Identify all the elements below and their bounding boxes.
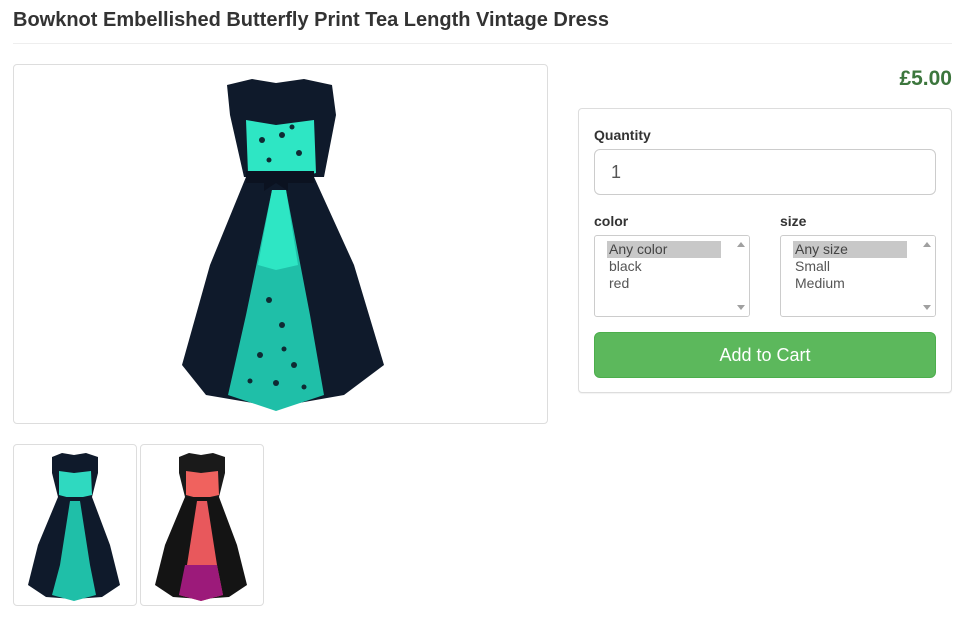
- scroll-up-icon[interactable]: [737, 242, 745, 247]
- color-option[interactable]: red: [607, 275, 721, 292]
- color-select[interactable]: Any color black red: [594, 235, 750, 317]
- quantity-input[interactable]: [594, 149, 936, 195]
- main-product-image[interactable]: [13, 64, 548, 424]
- product-price: £5.00: [899, 67, 952, 90]
- size-select[interactable]: Any size Small Medium: [780, 235, 936, 317]
- add-to-cart-button[interactable]: Add to Cart: [594, 332, 936, 378]
- size-option[interactable]: Medium: [793, 275, 907, 292]
- size-scrollbar[interactable]: [919, 236, 935, 316]
- color-option[interactable]: black: [607, 258, 721, 275]
- size-label: size: [780, 213, 807, 229]
- product-title: Bowknot Embellished Butterfly Print Tea …: [13, 9, 610, 31]
- quantity-label: Quantity: [594, 127, 651, 143]
- scroll-up-icon[interactable]: [923, 242, 931, 247]
- size-option[interactable]: Small: [793, 258, 907, 275]
- dress-thumbnail-teal-icon: [28, 453, 120, 601]
- scroll-down-icon[interactable]: [737, 305, 745, 310]
- size-option[interactable]: Any size: [793, 241, 907, 258]
- color-scrollbar[interactable]: [733, 236, 749, 316]
- thumbnail-red[interactable]: [140, 444, 264, 606]
- title-divider: [13, 43, 952, 44]
- purchase-panel: Quantity color Any color black red size …: [578, 108, 952, 393]
- color-option[interactable]: Any color: [607, 241, 721, 258]
- scroll-down-icon[interactable]: [923, 305, 931, 310]
- dress-image: [182, 79, 384, 411]
- dress-thumbnail-red-icon: [155, 453, 247, 601]
- thumbnail-teal[interactable]: [13, 444, 137, 606]
- color-label: color: [594, 213, 629, 229]
